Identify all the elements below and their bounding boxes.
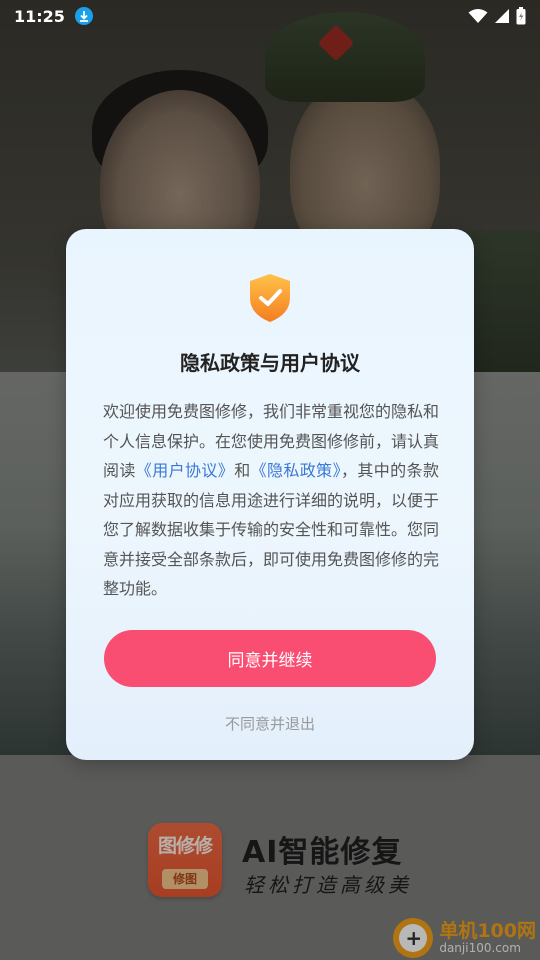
dialog-title: 隐私政策与用户协议 — [180, 351, 360, 375]
status-time: 11:25 — [14, 6, 65, 26]
agree-button[interactable]: 同意并继续 — [104, 630, 436, 687]
body-text-and: 和 — [234, 461, 251, 480]
shield-check-icon — [250, 274, 290, 322]
body-text-2: ，其中的条款对应用获取的信息用途进行详细的说明，以便于您了解数据收集于传输的安全… — [103, 461, 440, 598]
dialog-body: 欢迎使用免费图修修，我们非常重视您的隐私和个人信息保护。在您使用免费图修修前，请… — [103, 397, 439, 604]
download-icon — [74, 7, 93, 25]
signal-icon — [495, 9, 509, 23]
battery-icon — [516, 7, 526, 25]
user-agreement-link[interactable]: 《用户协议》 — [136, 461, 234, 480]
privacy-policy-link[interactable]: 《隐私政策》 — [251, 461, 341, 480]
status-bar: 11:25 — [0, 0, 540, 32]
privacy-dialog: 隐私政策与用户协议 欢迎使用免费图修修，我们非常重视您的隐私和个人信息保护。在您… — [66, 229, 474, 760]
disagree-exit-link[interactable]: 不同意并退出 — [66, 713, 474, 734]
wifi-icon — [468, 9, 488, 23]
